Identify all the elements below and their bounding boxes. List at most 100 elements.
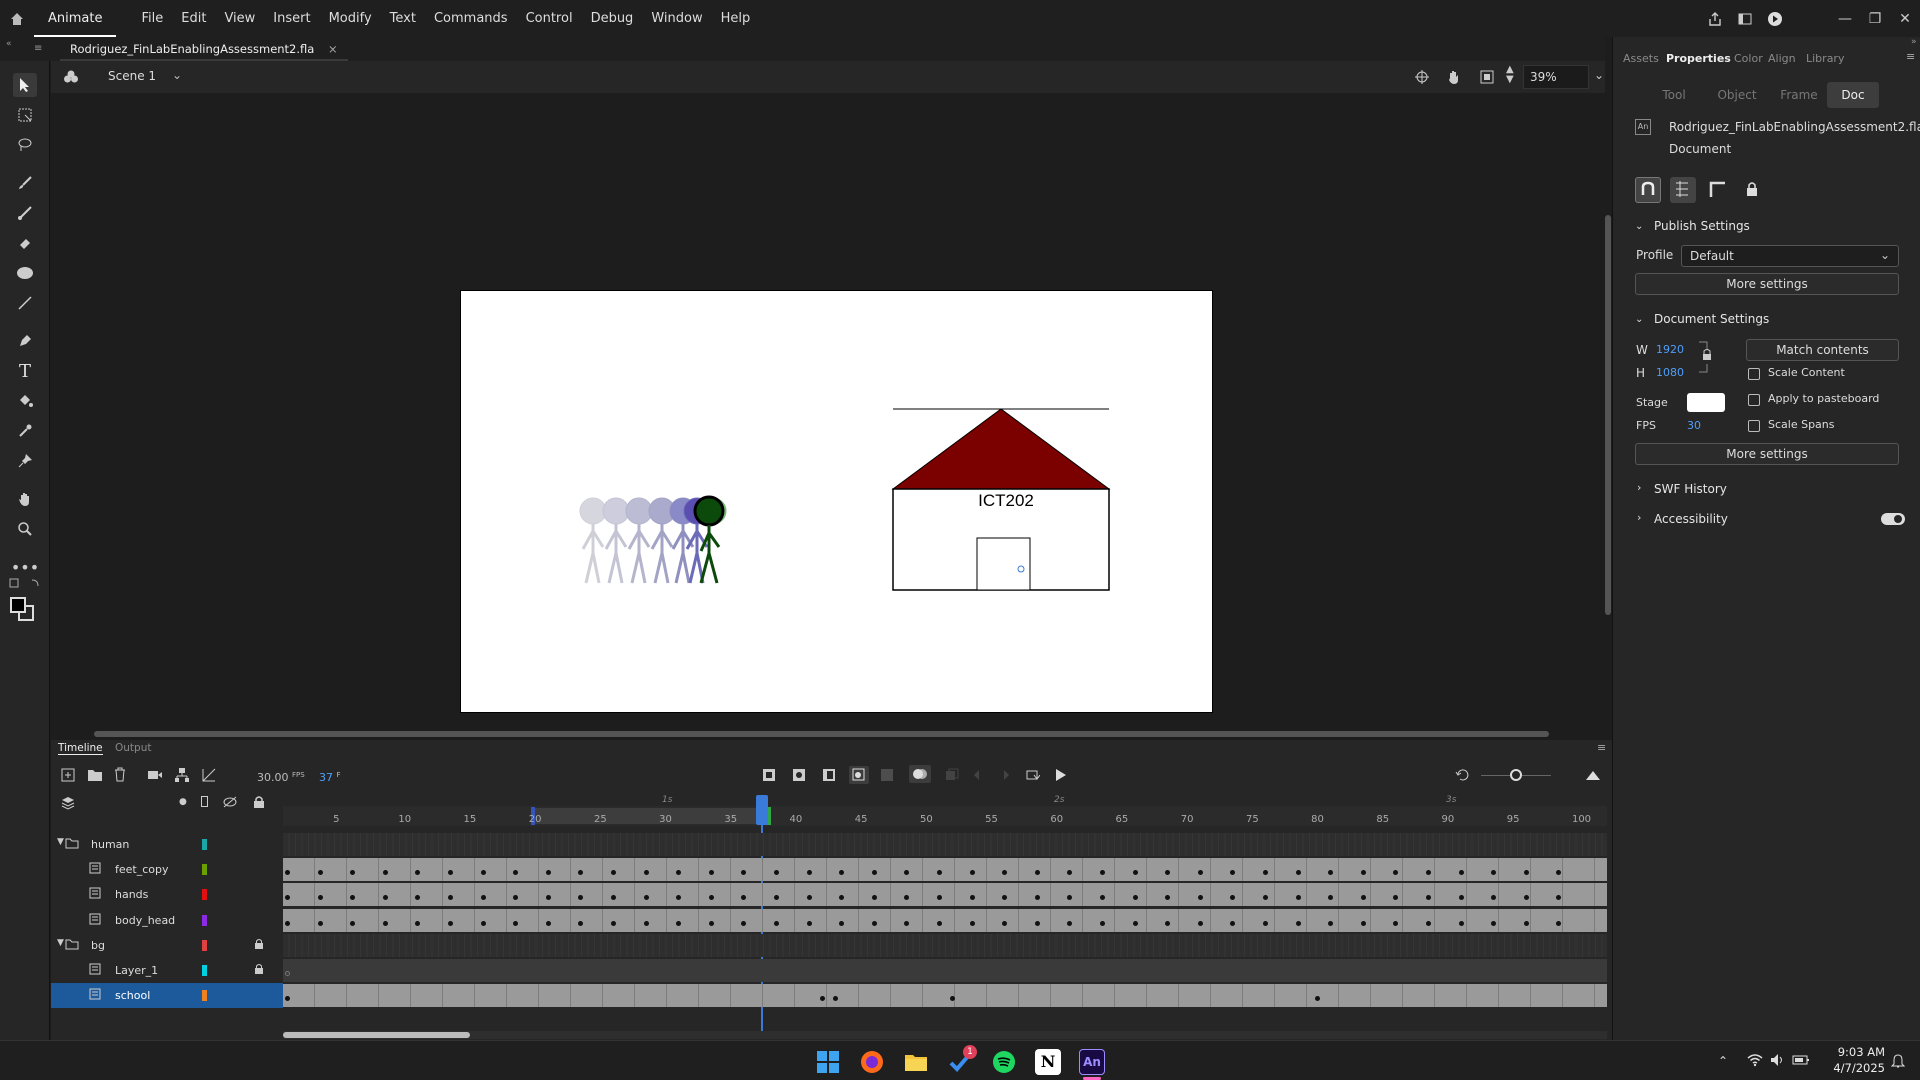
- lasso-tool-icon[interactable]: [13, 133, 37, 157]
- restore-icon[interactable]: ❐: [1860, 0, 1890, 37]
- keyframe[interactable]: [819, 996, 825, 1002]
- subtab-doc[interactable]: Doc: [1827, 82, 1879, 108]
- keyframe[interactable]: [578, 870, 584, 876]
- keyframe[interactable]: [382, 870, 388, 876]
- animate-app-icon[interactable]: An: [1079, 1049, 1105, 1075]
- publish-more-settings-button[interactable]: More settings: [1635, 273, 1899, 295]
- keyframe[interactable]: [1523, 920, 1529, 926]
- document-tab[interactable]: Rodriguez_FinLabEnablingAssessment2.fla …: [60, 37, 348, 61]
- keyframe[interactable]: [676, 895, 682, 901]
- keyframe[interactable]: [937, 920, 942, 926]
- toolbar-menu-icon[interactable]: ≡: [34, 43, 42, 54]
- layer-color-swatch[interactable]: [202, 965, 207, 976]
- timeline-menu-icon[interactable]: ≡: [1597, 741, 1606, 754]
- keyframe[interactable]: [1002, 895, 1008, 901]
- clear-keyframe-icon[interactable]: [880, 768, 894, 785]
- link-dimensions-icon[interactable]: [1699, 340, 1713, 377]
- paint-bucket-icon[interactable]: [13, 389, 37, 413]
- layer-locked-icon[interactable]: [254, 938, 264, 953]
- keyframe[interactable]: [415, 870, 421, 876]
- keyframe[interactable]: [1067, 920, 1073, 926]
- eraser-icon[interactable]: [13, 231, 37, 255]
- keyframe[interactable]: [317, 870, 323, 876]
- keyframe[interactable]: [904, 870, 910, 876]
- keyframe[interactable]: [904, 920, 910, 926]
- keyframe[interactable]: [1067, 870, 1073, 876]
- menu-window[interactable]: Window: [642, 0, 711, 37]
- tab-properties[interactable]: Properties: [1666, 52, 1731, 65]
- keyframe[interactable]: [643, 895, 649, 901]
- keyframe[interactable]: [480, 920, 486, 926]
- keyframe[interactable]: [1295, 870, 1301, 876]
- keyframe[interactable]: [317, 895, 323, 901]
- keyframe[interactable]: [1556, 870, 1562, 876]
- keyframe[interactable]: [839, 895, 845, 901]
- menu-commands[interactable]: Commands: [425, 0, 517, 37]
- keyframe[interactable]: [480, 895, 486, 901]
- swf-history-heading[interactable]: SWF History: [1654, 482, 1727, 496]
- keyframe[interactable]: [578, 920, 584, 926]
- timeline-options-icon[interactable]: [1585, 768, 1601, 785]
- vertical-scrollbar[interactable]: [1605, 215, 1611, 615]
- keyframe[interactable]: [448, 870, 453, 876]
- document-more-settings-button[interactable]: More settings: [1635, 443, 1899, 465]
- keyframe[interactable]: [285, 920, 290, 926]
- keyframe[interactable]: [285, 971, 290, 976]
- notifications-icon[interactable]: [1890, 1053, 1906, 1072]
- frame-row-bg[interactable]: [283, 933, 1607, 957]
- keyframe[interactable]: [545, 870, 551, 876]
- accessibility-toggle[interactable]: [1881, 513, 1905, 525]
- keyframe[interactable]: [513, 920, 519, 926]
- layer-color-swatch[interactable]: [202, 889, 207, 901]
- keyframe[interactable]: [1230, 895, 1236, 901]
- layer-row-bg[interactable]: ▼ bg: [51, 933, 283, 958]
- spotify-icon[interactable]: [991, 1049, 1017, 1075]
- keyframe[interactable]: [611, 920, 616, 926]
- layer-locked-icon[interactable]: [254, 963, 264, 978]
- close-tab-icon[interactable]: ×: [328, 42, 338, 56]
- pen-tool-icon[interactable]: [13, 329, 37, 353]
- keyframe[interactable]: [1165, 920, 1171, 926]
- keyframe[interactable]: [774, 895, 779, 901]
- keyframe[interactable]: [1393, 870, 1399, 876]
- width-value[interactable]: 1920: [1656, 343, 1684, 356]
- keyframe[interactable]: [1034, 895, 1040, 901]
- layer-color-swatch[interactable]: [202, 990, 207, 1002]
- keyframe[interactable]: [1315, 996, 1321, 1002]
- menu-insert[interactable]: Insert: [264, 0, 319, 37]
- layer-color-swatch[interactable]: [202, 839, 207, 850]
- menu-debug[interactable]: Debug: [582, 0, 643, 37]
- line-tool-icon[interactable]: [13, 291, 37, 315]
- keyframe[interactable]: [448, 920, 453, 926]
- tab-library[interactable]: Library: [1806, 52, 1844, 65]
- zoom-tool-icon[interactable]: [13, 517, 37, 541]
- menu-edit[interactable]: Edit: [172, 0, 215, 37]
- keyframe[interactable]: [741, 870, 747, 876]
- frame-row-hands[interactable]: [283, 883, 1607, 907]
- keyframe[interactable]: [1426, 920, 1431, 926]
- layer-row-hands[interactable]: hands: [51, 882, 283, 907]
- graph-icon[interactable]: [201, 767, 217, 786]
- new-layer-icon[interactable]: [61, 768, 75, 785]
- brush-icon[interactable]: [13, 201, 37, 225]
- keyframe[interactable]: [708, 920, 714, 926]
- file-explorer-icon[interactable]: [903, 1049, 929, 1075]
- layer-color-swatch[interactable]: [202, 914, 207, 926]
- subtab-tool[interactable]: Tool: [1653, 82, 1695, 108]
- keyframe[interactable]: [708, 895, 714, 901]
- keyframe[interactable]: [285, 996, 290, 1002]
- keyframe[interactable]: [350, 870, 356, 876]
- scene-dropdown-icon[interactable]: ⌄: [172, 68, 182, 82]
- new-folder-icon[interactable]: [87, 768, 103, 785]
- text-tool-icon[interactable]: T: [13, 359, 37, 383]
- keyframe[interactable]: [317, 920, 323, 926]
- keyframe[interactable]: [904, 895, 910, 901]
- keyframe[interactable]: [578, 895, 584, 901]
- keyframe[interactable]: [839, 870, 845, 876]
- fps-readout[interactable]: 30.00 FPS: [257, 771, 305, 784]
- lock-layers-icon[interactable]: [253, 795, 265, 811]
- keyframe[interactable]: [937, 870, 942, 876]
- accessibility-chevron-icon[interactable]: ›: [1637, 511, 1641, 524]
- app-name[interactable]: Animate: [34, 0, 117, 37]
- keyframe[interactable]: [1523, 895, 1529, 901]
